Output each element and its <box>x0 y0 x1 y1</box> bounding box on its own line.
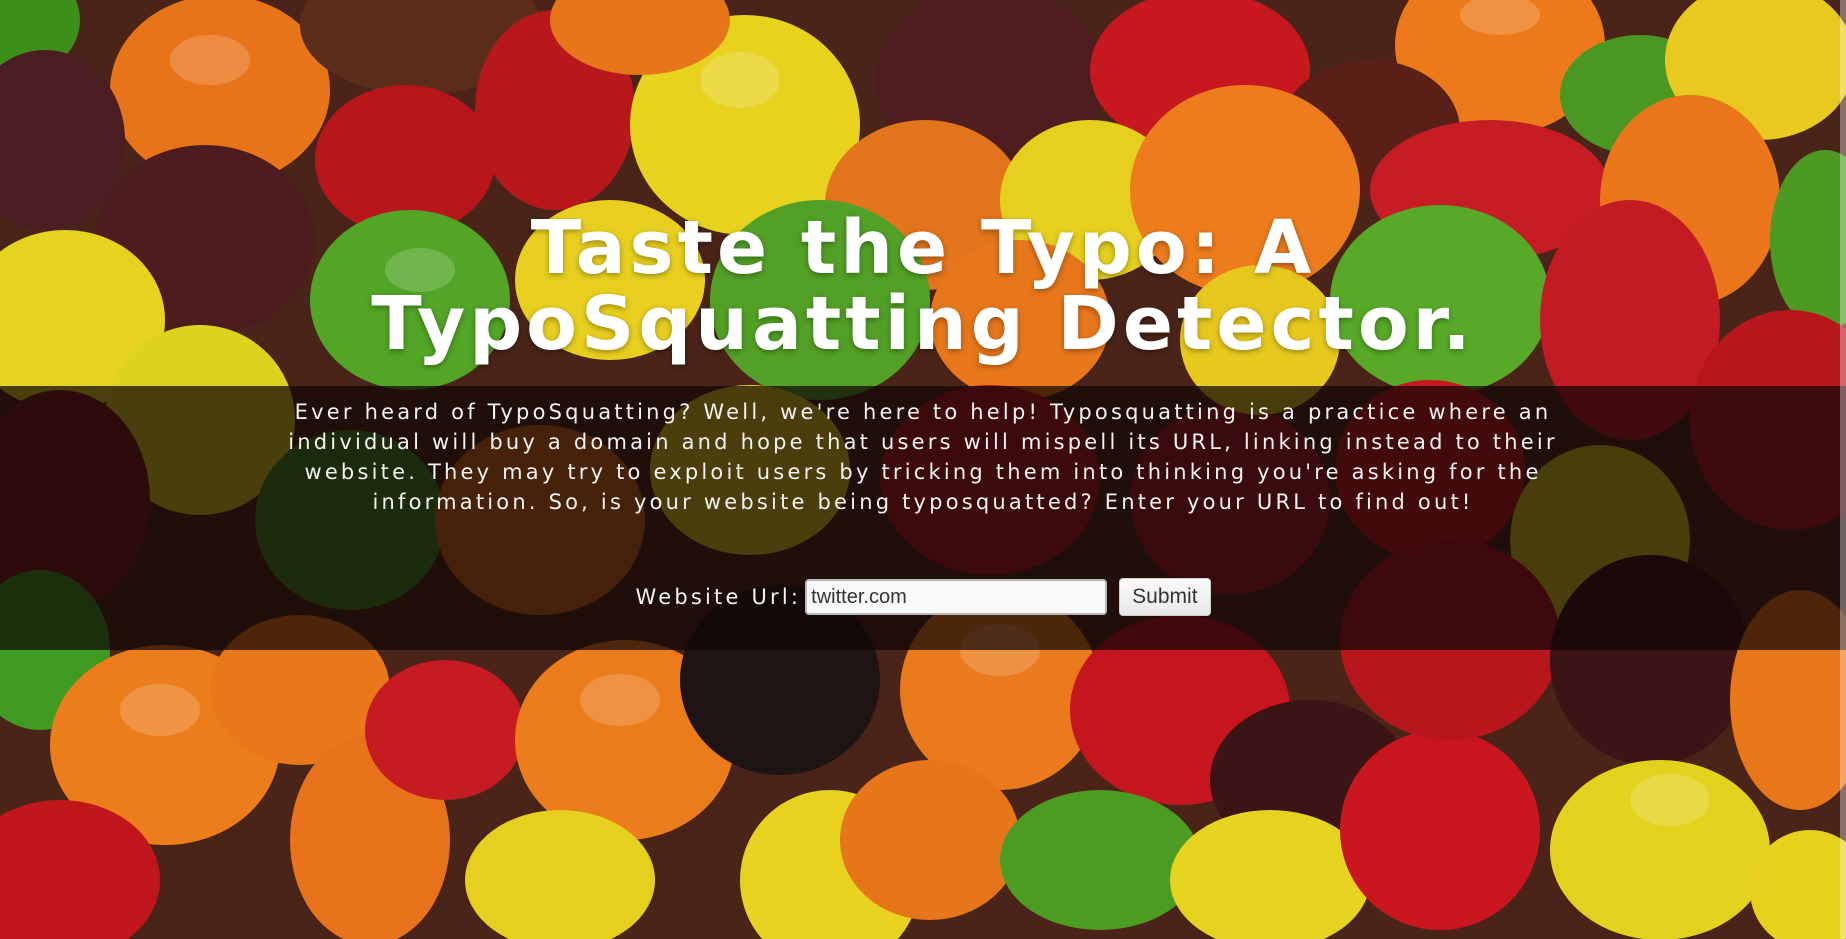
intro-description: Ever heard of TypoSquatting? Well, we're… <box>288 400 1558 514</box>
page: Taste the Typo: A TypoSquatting Detector… <box>0 0 1846 939</box>
url-check-form: Website Url: Submit <box>0 577 1846 617</box>
submit-button[interactable]: Submit <box>1119 578 1211 616</box>
page-title-line1: Taste the Typo: A <box>530 205 1316 291</box>
page-scrollbar[interactable] <box>1840 0 1846 939</box>
website-url-label: Website Url: <box>635 585 802 609</box>
page-title-line2: TypoSquatting Detector. <box>371 281 1475 367</box>
website-url-input[interactable] <box>805 579 1108 615</box>
page-title: Taste the Typo: A TypoSquatting Detector… <box>0 210 1846 362</box>
